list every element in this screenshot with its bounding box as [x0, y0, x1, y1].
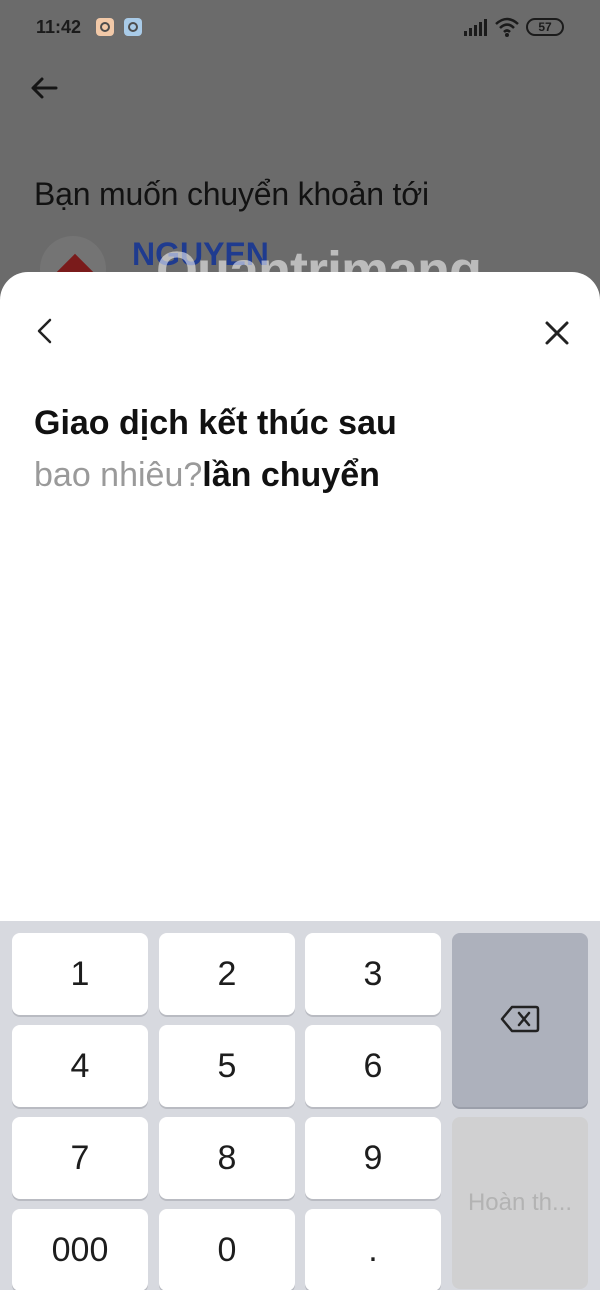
key-1[interactable]: 1 [12, 933, 148, 1015]
count-unit-label: lần chuyển [202, 456, 380, 494]
key-2[interactable]: 2 [159, 933, 295, 1015]
signal-icon [464, 19, 487, 36]
key-6[interactable]: 6 [305, 1025, 441, 1107]
app-notification-icon [96, 18, 114, 36]
bottom-edge [0, 1290, 600, 1300]
chevron-left-icon[interactable] [30, 316, 60, 346]
wifi-icon [495, 17, 519, 37]
key-000[interactable]: 000 [12, 1209, 148, 1291]
close-icon[interactable] [542, 318, 572, 348]
page-title: Bạn muốn chuyển khoản tới [34, 176, 429, 212]
backspace-button[interactable] [452, 933, 588, 1107]
key-3[interactable]: 3 [305, 933, 441, 1015]
key-9[interactable]: 9 [305, 1117, 441, 1199]
sheet-heading: Giao dịch kết thúc sau [34, 404, 397, 442]
back-arrow-icon[interactable] [28, 72, 60, 104]
key-7[interactable]: 7 [12, 1117, 148, 1199]
key-8[interactable]: 8 [159, 1117, 295, 1199]
backspace-icon [500, 1005, 540, 1033]
key-5[interactable]: 5 [159, 1025, 295, 1107]
status-bar: 11:42 57 [0, 0, 600, 56]
status-time: 11:42 [36, 17, 82, 37]
key-4[interactable]: 4 [12, 1025, 148, 1107]
battery-indicator: 57 [526, 18, 564, 36]
key-0[interactable]: 0 [159, 1209, 295, 1291]
count-input-row[interactable]: bao nhiêu?lần chuyển [34, 456, 380, 495]
done-button[interactable]: Hoàn th... [452, 1117, 588, 1289]
numeric-keypad: 1 2 3 4 5 6 7 8 9 000 0 . Hoàn th... [0, 921, 600, 1300]
key-decimal[interactable]: . [305, 1209, 441, 1291]
app-notification-icon [124, 18, 142, 36]
count-input-placeholder[interactable]: bao nhiêu? [34, 456, 202, 494]
